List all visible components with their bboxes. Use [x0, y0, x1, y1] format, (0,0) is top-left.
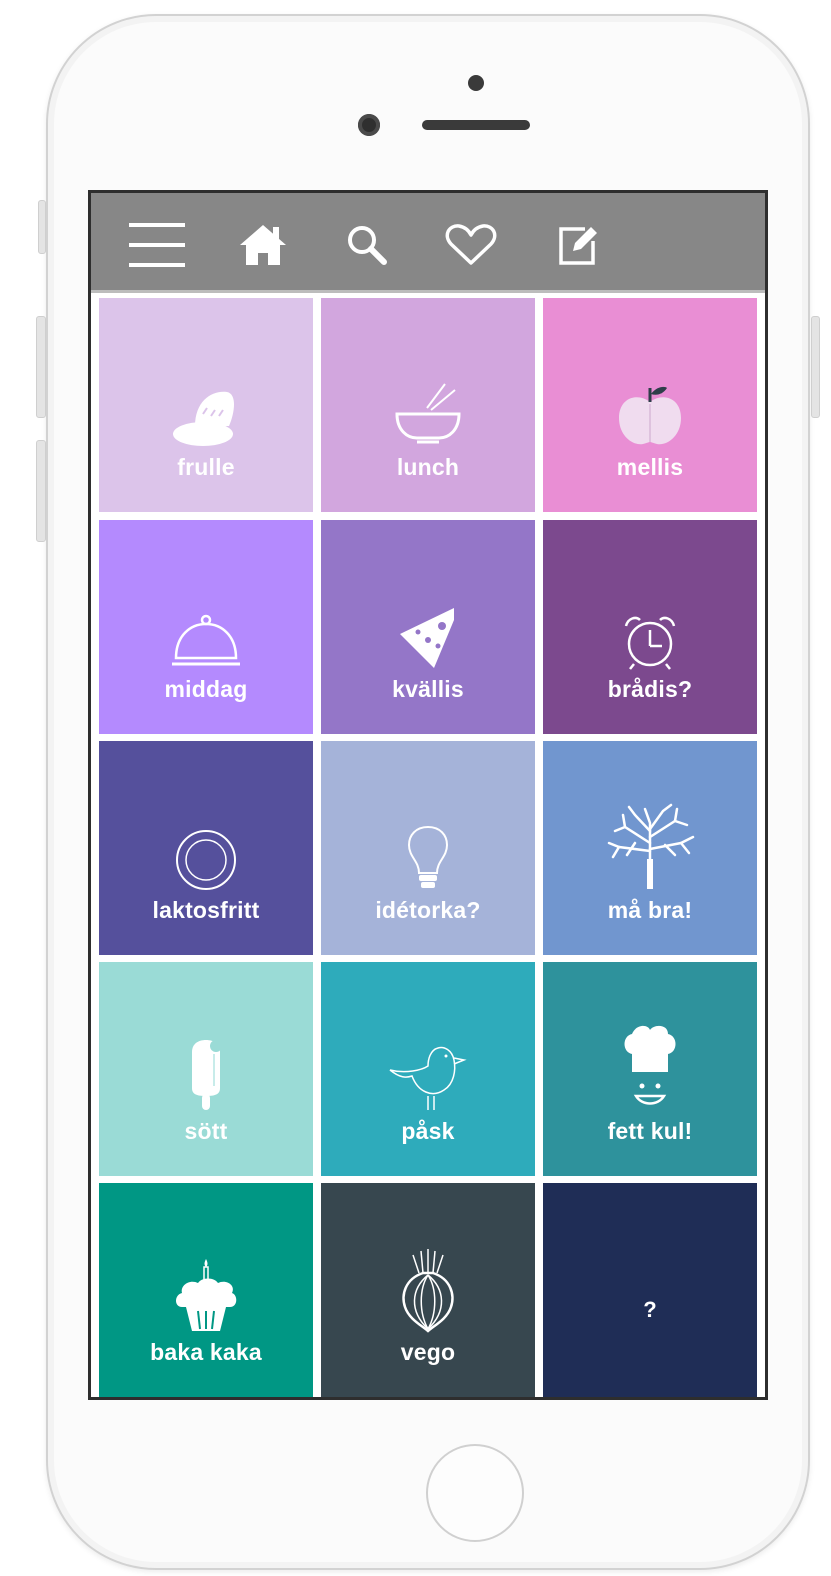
front-camera: [358, 114, 380, 136]
tile-laktosfritt[interactable]: laktosfritt: [99, 741, 313, 955]
mute-switch[interactable]: [38, 200, 46, 254]
cupcake-icon: [161, 1243, 251, 1333]
edit-icon[interactable]: [549, 218, 605, 272]
tile-label: må bra!: [607, 896, 693, 923]
tile-label: baka kaka: [150, 1338, 262, 1365]
volume-down-button[interactable]: [36, 440, 46, 542]
plate-icon: [161, 801, 251, 891]
tile-label: brådis?: [607, 675, 693, 702]
tile-ma-bra[interactable]: må bra!: [543, 741, 757, 955]
tile-mellis[interactable]: mellis: [543, 298, 757, 512]
tile-label: laktosfritt: [152, 896, 260, 923]
tile-lunch[interactable]: lunch: [321, 298, 535, 512]
home-icon[interactable]: [235, 218, 291, 272]
speaker-grille: [422, 120, 530, 130]
chef-icon: [605, 1022, 695, 1112]
tile-frulle[interactable]: frulle: [99, 298, 313, 512]
bread-icon: [161, 358, 251, 448]
apple-icon: [605, 358, 695, 448]
menu-icon[interactable]: [129, 218, 185, 272]
tile-label: lunch: [396, 453, 460, 480]
cloche-icon: [161, 580, 251, 670]
tile-label: idétorka?: [375, 896, 481, 923]
volume-up-button[interactable]: [36, 316, 46, 418]
cheese-icon: [383, 580, 473, 670]
ice-cream-icon: [161, 1022, 251, 1112]
tile-kvallis[interactable]: kvällis: [321, 520, 535, 734]
onion-icon: [383, 1243, 473, 1333]
lightbulb-icon: [383, 801, 473, 891]
app-screen: frulle lunch mellis middag kvällis brådi…: [88, 190, 768, 1400]
tile-label: påsk: [401, 1117, 455, 1144]
tile-pask[interactable]: påsk: [321, 962, 535, 1176]
tile-baka-kaka[interactable]: baka kaka: [99, 1183, 313, 1397]
home-button[interactable]: [426, 1444, 524, 1542]
tile-label: vego: [400, 1338, 456, 1365]
bird-icon: [383, 1022, 473, 1112]
tile-vego[interactable]: vego: [321, 1183, 535, 1397]
tile-label: middag: [164, 675, 248, 702]
tile-fett-kul[interactable]: fett kul!: [543, 962, 757, 1176]
camera-dot: [468, 75, 484, 91]
alarm-clock-icon: [605, 580, 695, 670]
heart-icon[interactable]: [443, 218, 499, 272]
tile-idetorka[interactable]: idétorka?: [321, 741, 535, 955]
tile-bradis[interactable]: brådis?: [543, 520, 757, 734]
tile-sott[interactable]: sött: [99, 962, 313, 1176]
tile-label: mellis: [616, 453, 684, 480]
top-navbar: [91, 193, 765, 293]
tile-label: sött: [184, 1117, 228, 1144]
tree-icon: [605, 801, 695, 891]
search-icon[interactable]: [339, 218, 395, 272]
tile-label: kvällis: [392, 675, 464, 702]
power-button[interactable]: [811, 316, 820, 418]
tile-question[interactable]: ?: [543, 1183, 757, 1397]
tile-label: fett kul!: [607, 1117, 693, 1144]
tile-label: ?: [643, 1297, 657, 1322]
tile-middag[interactable]: middag: [99, 520, 313, 734]
bowl-icon: [383, 358, 473, 448]
tile-label: frulle: [177, 453, 235, 480]
